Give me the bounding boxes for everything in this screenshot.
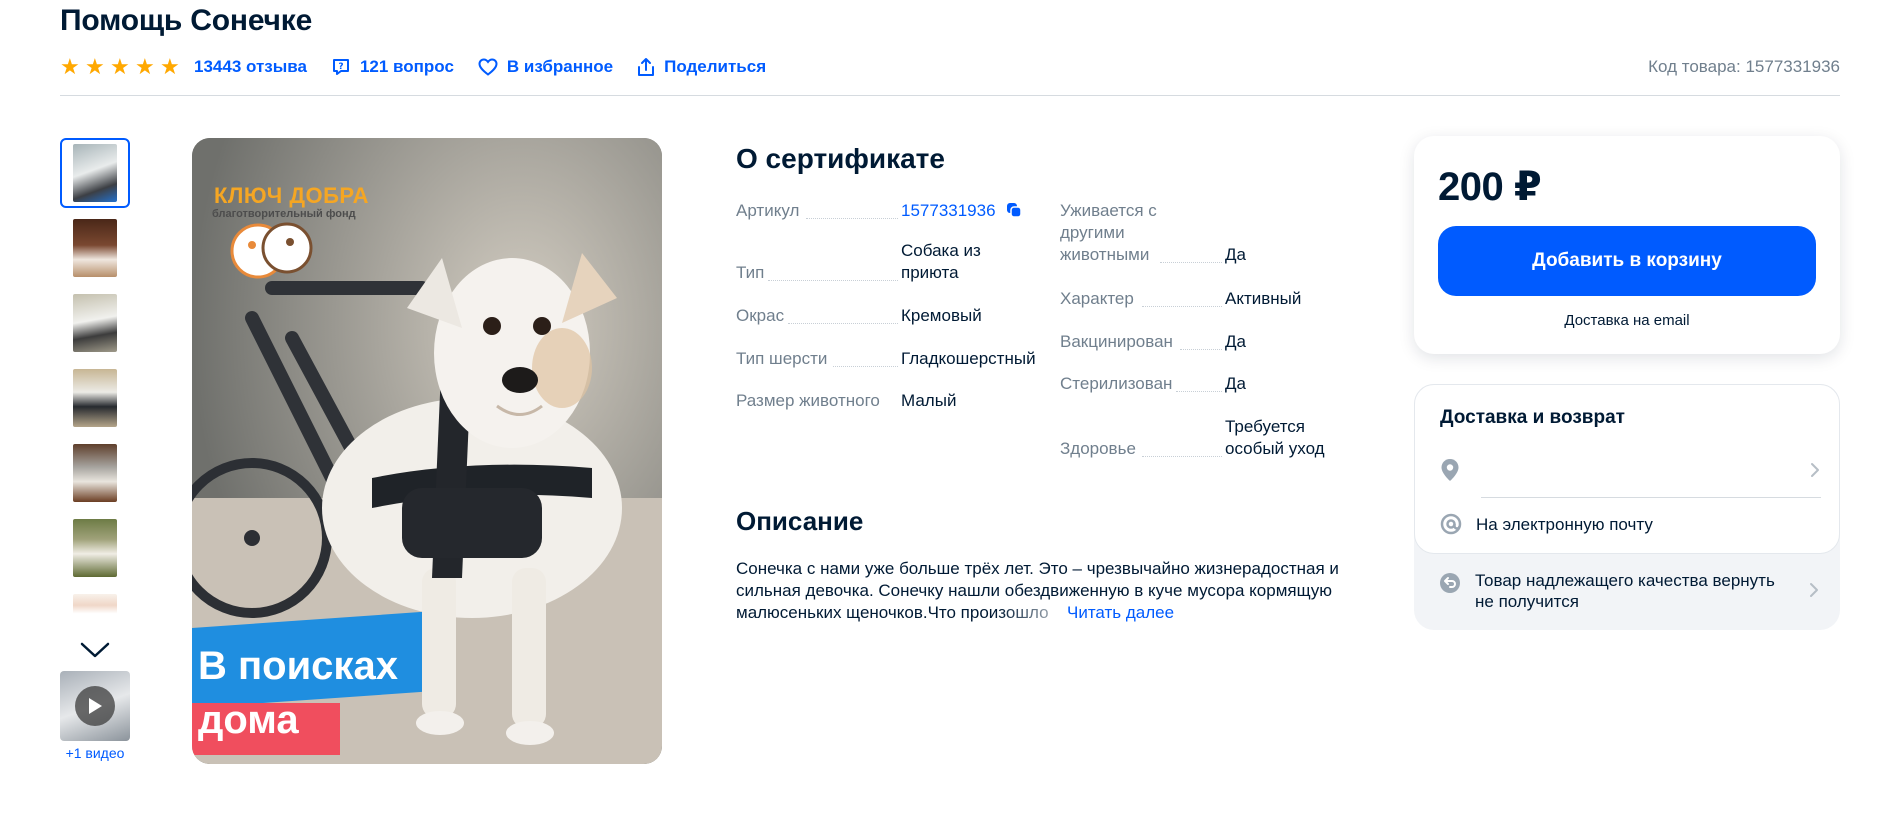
product-code: Код товара: 1577331936 [1648, 57, 1840, 76]
thumbnail-image [73, 594, 117, 622]
specs-title: О сертификате [736, 143, 945, 174]
thumbnail-7[interactable] [60, 588, 130, 628]
thumbnails-scroll-down[interactable] [60, 633, 130, 667]
header-divider [60, 95, 1840, 96]
spec-value: Малый [901, 391, 957, 410]
at-sign-icon [1440, 513, 1462, 535]
delivery-title: Доставка и возврат [1440, 407, 1625, 428]
delivery-email-option: На электронную почту [1476, 514, 1653, 534]
question-bubble-icon: ? [332, 59, 349, 75]
price: 200 ₽ [1438, 165, 1542, 209]
spec-dots [1142, 306, 1222, 307]
thumbnail-1[interactable] [60, 138, 130, 208]
spec-value: Активный [1225, 289, 1302, 308]
thumbnail-image [73, 519, 117, 577]
star-icon: ★ [135, 54, 155, 79]
description-title: Описание [736, 506, 864, 536]
reviews-link[interactable]: 13443 отзыва [194, 57, 307, 77]
play-icon [75, 686, 115, 726]
spec-value: Кремовый [901, 306, 982, 325]
spec-value: Да [1225, 245, 1246, 264]
spec-value: Собака из приюта [901, 241, 981, 282]
delivery-separator [1481, 497, 1821, 498]
chevron-right-icon [1810, 583, 1818, 597]
location-pin-icon [1441, 459, 1459, 481]
image-banner-line1: В поисках [198, 644, 398, 688]
star-icon: ★ [60, 54, 80, 79]
chevron-right-icon [1811, 463, 1819, 477]
rating-stars[interactable]: ★ ★ ★ ★ ★ [60, 56, 182, 78]
product-meta-row: ★ ★ ★ ★ ★ 13443 отзыва ? 121 вопрос В из… [60, 52, 1840, 82]
image-brand-subtitle: благотворительный фонд [212, 208, 356, 220]
return-icon [1440, 573, 1460, 593]
spec-dots [788, 323, 898, 324]
thumbnail-image [73, 294, 117, 352]
image-banner-line2: дома [198, 698, 299, 742]
thumbnail-4[interactable] [60, 363, 130, 433]
spec-dots [806, 218, 898, 219]
delivery-note: Доставка на email [1564, 312, 1690, 329]
product-title: Помощь Сонечке [60, 4, 313, 37]
spec-key: Размер животного [736, 391, 880, 410]
product-page: Помощь Сонечке ★ ★ ★ ★ ★ 13443 отзыва ? … [60, 0, 1840, 838]
share-icon [638, 58, 655, 76]
delivery-returns-panel: Доставка и возврат На электронную почту … [1414, 384, 1840, 630]
spec-value: Требуется особый уход [1225, 417, 1325, 458]
thumbnail-image [73, 369, 117, 427]
spec-value: Да [1225, 374, 1246, 393]
video-thumbnail[interactable] [60, 671, 130, 741]
heart-icon [478, 58, 498, 76]
thumbnail-2[interactable] [60, 213, 130, 283]
spec-dots [833, 366, 898, 367]
read-more-link[interactable]: Читать далее [1064, 602, 1175, 624]
return-policy-row[interactable]: Товар надлежащего качества вернуть не по… [1439, 570, 1819, 614]
spec-dots [768, 280, 898, 281]
thumbnail-6[interactable] [60, 513, 130, 583]
spec-dots [1160, 262, 1222, 263]
delivery-location-row[interactable] [1440, 455, 1820, 485]
thumbnail-image [73, 144, 117, 202]
delivery-email-row[interactable]: На электронную почту [1440, 509, 1820, 539]
thumbnail-list: +1 видео [60, 138, 130, 761]
delivery-options: Доставка и возврат На электронную почту [1414, 384, 1840, 554]
buy-box: 200 ₽ Добавить в корзину Доставка на ema… [1414, 136, 1840, 354]
questions-link[interactable]: ? 121 вопрос [331, 57, 454, 77]
add-to-cart-button[interactable]: Добавить в корзину [1438, 226, 1816, 296]
spec-key: Уживается с другими животными [1060, 201, 1157, 264]
svg-text:?: ? [338, 62, 343, 72]
star-icon: ★ [160, 54, 180, 79]
spec-value: Гладкошерстный [901, 349, 1036, 368]
video-count-link[interactable]: +1 видео [50, 745, 140, 761]
spec-dots [1176, 391, 1222, 392]
thumbnail-5[interactable] [60, 438, 130, 508]
return-policy-text: Товар надлежащего качества вернуть не по… [1475, 571, 1775, 611]
spec-dots [1142, 456, 1222, 457]
thumbnail-image [73, 219, 117, 277]
spec-value: 1577331936 [901, 200, 1036, 222]
favorite-link[interactable]: В избранное [478, 57, 613, 77]
copy-icon[interactable] [1006, 202, 1022, 218]
share-link[interactable]: Поделиться [637, 57, 766, 77]
main-product-image[interactable]: КЛЮЧ ДОБРА благотворительный фонд В поис… [192, 138, 662, 764]
spec-dots [1180, 349, 1222, 350]
specs-table: Артикул 1577331936 Тип Собака из приюта … [736, 200, 1386, 470]
star-icon: ★ [85, 54, 105, 79]
spec-value: Да [1225, 332, 1246, 351]
article-number-link[interactable]: 1577331936 [901, 201, 996, 220]
thumbnail-3[interactable] [60, 288, 130, 358]
thumbnail-image [73, 444, 117, 502]
star-icon: ★ [110, 54, 130, 79]
image-brand-name: КЛЮЧ ДОБРА [214, 183, 370, 208]
chevron-down-icon [80, 642, 110, 658]
